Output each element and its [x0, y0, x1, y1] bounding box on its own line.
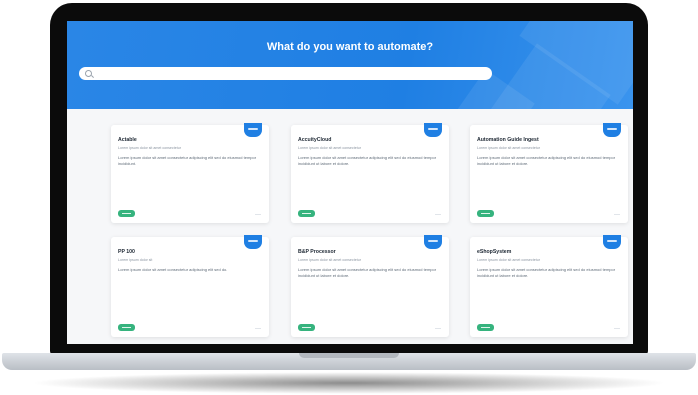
- search-input[interactable]: [97, 70, 477, 77]
- card-footer-mark: [614, 213, 620, 215]
- card-subtitle: Lorem ipsum dolor sit amet consectetur: [298, 258, 361, 262]
- card-subtitle: Lorem ipsum dolor sit amet consectetur: [118, 146, 181, 150]
- card-title: Automation Guide Ingest: [477, 137, 539, 143]
- card-subtitle: Lorem ipsum dolor sit: [118, 258, 153, 262]
- card-title: eShopSystem: [477, 249, 512, 255]
- card-footer-mark: [255, 327, 261, 329]
- status-badge: [118, 324, 135, 331]
- hero-title: What do you want to automate?: [266, 41, 434, 53]
- card-ribbon: [244, 235, 262, 249]
- status-badge: [298, 210, 315, 217]
- laptop-notch: [299, 353, 399, 358]
- template-card[interactable]: PP 100 Lorem ipsum dolor sit Lorem ipsum…: [111, 235, 269, 337]
- card-ribbon: [603, 123, 621, 137]
- card-subtitle: Lorem ipsum dolor sit amet consectetur: [477, 258, 540, 262]
- card-footer-mark: [255, 213, 261, 215]
- status-badge: [118, 210, 135, 217]
- card-ribbon: [424, 123, 442, 137]
- template-card[interactable]: Actable Lorem ipsum dolor sit amet conse…: [111, 123, 269, 223]
- card-footer-mark: [435, 213, 441, 215]
- app-screen: What do you want to automate? Actable Lo…: [67, 21, 633, 344]
- laptop-shadow: [30, 372, 668, 394]
- card-description: Lorem ipsum dolor sit amet consectetur a…: [298, 267, 437, 278]
- card-title: PP 100: [118, 249, 135, 255]
- card-description: Lorem ipsum dolor sit amet consectetur a…: [118, 267, 228, 272]
- card-ribbon: [424, 235, 442, 249]
- card-subtitle: Lorem ipsum dolor sit amet consectetur: [298, 146, 361, 150]
- status-badge: [477, 210, 494, 217]
- card-description: Lorem ipsum dolor sit amet consectetur a…: [118, 155, 257, 166]
- status-badge: [477, 324, 494, 331]
- card-description: Lorem ipsum dolor sit amet consectetur a…: [477, 155, 616, 166]
- card-description: Lorem ipsum dolor sit amet consectetur a…: [298, 155, 437, 166]
- card-subtitle: Lorem ipsum dolor sit amet consectetur: [477, 146, 540, 150]
- laptop-mockup: What do you want to automate? Actable Lo…: [0, 0, 698, 395]
- hero-banner: What do you want to automate?: [67, 21, 633, 109]
- card-description: Lorem ipsum dolor sit amet consectetur a…: [477, 267, 616, 278]
- card-footer-mark: [435, 327, 441, 329]
- template-card[interactable]: Automation Guide Ingest Lorem ipsum dolo…: [470, 123, 628, 223]
- search-icon: [85, 70, 92, 77]
- card-footer-mark: [614, 327, 620, 329]
- status-badge: [298, 324, 315, 331]
- card-title: Actable: [118, 137, 137, 143]
- card-ribbon: [244, 123, 262, 137]
- card-ribbon: [603, 235, 621, 249]
- search-bar[interactable]: [79, 67, 492, 80]
- template-card[interactable]: AccuityCloud Lorem ipsum dolor sit amet …: [291, 123, 449, 223]
- template-card[interactable]: eShopSystem Lorem ipsum dolor sit amet c…: [470, 235, 628, 337]
- card-title: AccuityCloud: [298, 137, 332, 143]
- card-title: B&P Processor: [298, 249, 336, 255]
- template-card[interactable]: B&P Processor Lorem ipsum dolor sit amet…: [291, 235, 449, 337]
